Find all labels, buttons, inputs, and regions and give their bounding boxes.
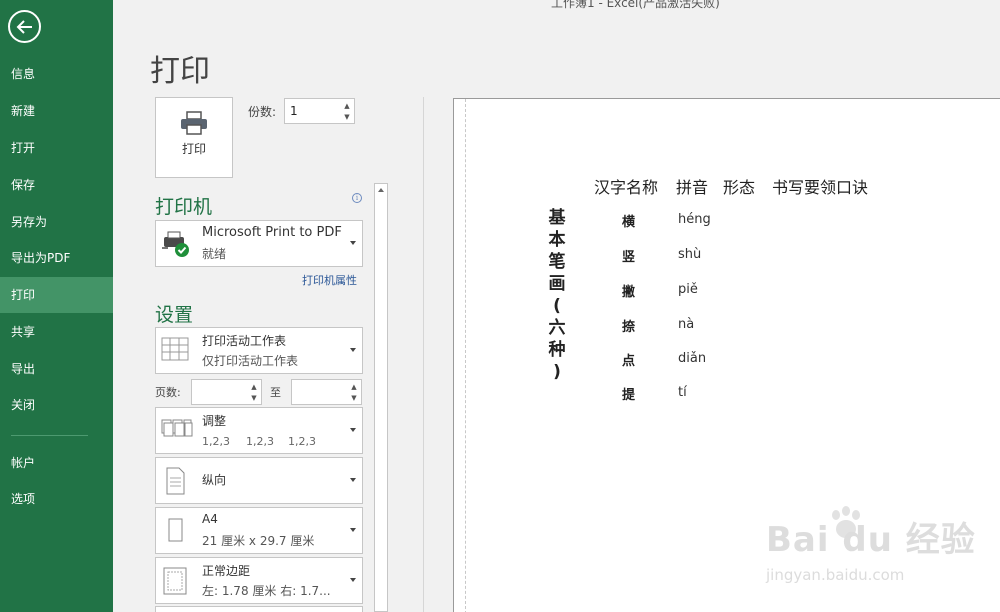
settings-more-dropdown[interactable] [155, 606, 363, 612]
preview-row-pinyin: tí [678, 385, 687, 400]
back-arrow-icon[interactable] [8, 10, 41, 43]
backstage-sidebar: 信息 新建 打开 保存 另存为 导出为PDF 打印 共享 导出 关闭 帐户 选项 [0, 0, 113, 612]
collate-seq-1: 1,2,3 [202, 435, 230, 448]
printer-heading: 打印机 [155, 196, 213, 218]
preview-row-char: 提 [622, 388, 636, 403]
sidebar-divider [11, 435, 88, 436]
chevron-down-icon [350, 347, 356, 352]
copies-label: 份数: [248, 105, 277, 119]
sidebar-item-share[interactable]: 共享 [0, 314, 113, 350]
scroll-up-icon[interactable] [378, 188, 384, 192]
preview-vertical-title: 基 本 笔 画 ( 六 种 ) [548, 208, 566, 382]
paper-icon [168, 518, 183, 542]
pages-from-input[interactable]: ▲ ▼ [191, 379, 262, 405]
margins-dropdown[interactable]: 正常边距 左: 1.78 厘米 右: 1.7... [155, 557, 363, 604]
worksheet-grid-icon [161, 337, 189, 361]
margins-icon [163, 567, 187, 595]
collate-title: 调整 [202, 414, 227, 428]
portrait-page-icon [166, 467, 185, 495]
orientation-dropdown[interactable]: 纵向 [155, 457, 363, 504]
sidebar-item-options[interactable]: 选项 [0, 481, 113, 517]
preview-row-pinyin: nà [678, 317, 695, 332]
spin-down-icon[interactable]: ▼ [349, 393, 359, 403]
page-title: 打印 [150, 54, 210, 89]
chevron-down-icon [350, 527, 356, 532]
printer-ready-icon [162, 231, 189, 257]
info-icon[interactable]: i [352, 193, 362, 203]
collate-pages-icon [161, 419, 193, 437]
margins-title: 正常边距 [202, 564, 251, 578]
print-button[interactable]: 打印 [155, 97, 233, 178]
spin-up-icon[interactable]: ▲ [249, 382, 259, 392]
printer-status: 就绪 [202, 247, 227, 261]
pane-divider [423, 97, 424, 612]
margins-subtitle: 左: 1.78 厘米 右: 1.7... [202, 584, 331, 598]
spin-up-icon[interactable]: ▲ [349, 382, 359, 392]
printer-dropdown[interactable]: Microsoft Print to PDF 就绪 [155, 220, 363, 267]
pages-to-label: 至 [270, 386, 281, 399]
collate-dropdown[interactable]: 调整 1,2,3 1,2,3 1,2,3 [155, 407, 363, 454]
watermark-url: jingyan.baidu.com [766, 566, 905, 584]
spin-down-icon[interactable]: ▼ [342, 112, 352, 122]
print-button-label: 打印 [181, 142, 206, 156]
copies-value[interactable]: 1 [290, 104, 298, 118]
sidebar-item-close[interactable]: 关闭 [0, 387, 113, 423]
chevron-down-icon [350, 240, 356, 245]
preview-row-char: 竖 [622, 250, 636, 265]
margin-guide [465, 99, 466, 612]
printer-properties-link[interactable]: 打印机属性 [302, 272, 357, 288]
pages-label: 页数: [155, 386, 181, 399]
copies-stepper[interactable]: 1 ▲ ▼ [284, 98, 355, 124]
preview-row-pinyin: shù [678, 247, 702, 262]
chevron-down-icon [350, 577, 356, 582]
window-title: 工作簿1 - Excel(产品激活失败) [551, 0, 720, 10]
pages-to-input[interactable]: ▲ ▼ [291, 379, 362, 405]
settings-scrollbar[interactable] [374, 183, 388, 612]
chevron-down-icon [350, 477, 356, 482]
preview-row-char: 横 [622, 215, 636, 230]
preview-row-char: 点 [622, 354, 636, 369]
print-scope-title: 打印活动工作表 [202, 334, 287, 348]
sidebar-item-info[interactable]: 信息 [0, 56, 113, 92]
paper-size-dropdown[interactable]: A4 21 厘米 x 29.7 厘米 [155, 507, 363, 554]
paper-size-subtitle: 21 厘米 x 29.7 厘米 [202, 534, 315, 548]
sidebar-item-save[interactable]: 保存 [0, 167, 113, 203]
preview-header-form: 形态 [723, 178, 756, 197]
sidebar-item-print[interactable]: 打印 [0, 277, 113, 313]
sidebar-item-new[interactable]: 新建 [0, 93, 113, 129]
preview-header-tips: 书写要领口诀 [772, 178, 869, 197]
preview-header-name: 汉字名称 [594, 178, 659, 197]
preview-row-pinyin: diǎn [678, 351, 707, 366]
paper-size-title: A4 [202, 512, 218, 526]
printer-name: Microsoft Print to PDF [202, 225, 342, 240]
printer-icon [181, 111, 207, 135]
settings-heading: 设置 [155, 304, 194, 326]
sidebar-item-export[interactable]: 导出 [0, 351, 113, 387]
watermark-logo: Bai du 经验 [766, 520, 976, 560]
orientation-title: 纵向 [202, 473, 227, 487]
chevron-down-icon [350, 427, 356, 432]
spin-down-icon[interactable]: ▼ [249, 393, 259, 403]
preview-header-pinyin: 拼音 [676, 178, 709, 197]
print-scope-dropdown[interactable]: 打印活动工作表 仅打印活动工作表 [155, 327, 363, 374]
sidebar-item-save-as[interactable]: 另存为 [0, 204, 113, 240]
sidebar-item-open[interactable]: 打开 [0, 130, 113, 166]
collate-seq-2: 1,2,3 [246, 435, 274, 448]
preview-row-char: 捺 [622, 320, 636, 335]
print-scope-subtitle: 仅打印活动工作表 [202, 354, 299, 368]
sidebar-item-account[interactable]: 帐户 [0, 445, 113, 481]
spin-up-icon[interactable]: ▲ [342, 101, 352, 111]
collate-seq-3: 1,2,3 [288, 435, 316, 448]
preview-row-pinyin: piě [678, 282, 698, 297]
preview-row-char: 撇 [622, 285, 636, 300]
preview-row-pinyin: héng [678, 212, 711, 227]
sidebar-item-export-pdf[interactable]: 导出为PDF [0, 240, 113, 276]
